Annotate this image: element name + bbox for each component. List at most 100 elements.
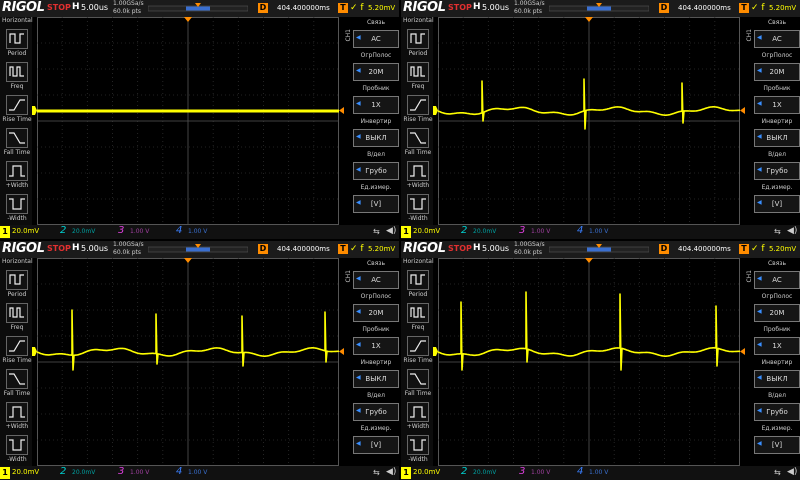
measure-item-2[interactable]: Freq [2, 62, 32, 90]
trigger-level-marker[interactable] [339, 348, 344, 355]
channel-tab[interactable]: CH1 [746, 29, 753, 42]
trigger-level-marker[interactable] [740, 107, 745, 114]
ch2-scale[interactable]: 20.0mV [72, 469, 95, 476]
measure-item-4[interactable]: Fall Time [403, 128, 433, 156]
speaker-icon[interactable]: ◀) [787, 467, 797, 477]
measure-item-4[interactable]: Fall Time [2, 128, 32, 156]
ch3-scale[interactable]: 1.00 V [531, 469, 550, 476]
speaker-icon[interactable]: ◀) [386, 226, 396, 236]
ch2-number[interactable]: 2 [60, 225, 66, 236]
rise-time-icon[interactable] [407, 95, 429, 115]
plus-width-icon[interactable] [407, 402, 429, 422]
ch2-number[interactable]: 2 [60, 466, 66, 477]
trigger-time-marker[interactable] [184, 258, 192, 263]
horizontal-offset[interactable]: 404.400000ms [277, 4, 330, 12]
channel-tab[interactable]: CH1 [345, 29, 352, 42]
fall-time-icon[interactable] [407, 128, 429, 148]
ch1-scale[interactable]: 20.0mV [413, 227, 440, 235]
ch2-number[interactable]: 2 [461, 225, 467, 236]
measure-item-5[interactable]: +Width [2, 161, 32, 189]
trigger-time-marker[interactable] [585, 17, 593, 22]
speaker-icon[interactable]: ◀) [787, 226, 797, 236]
measure-item-1[interactable]: Period [2, 29, 32, 57]
ch2-scale[interactable]: 20.0mV [473, 469, 496, 476]
ch4-scale[interactable]: 1.00 V [188, 469, 207, 476]
timebase-value[interactable]: 5.00us [81, 3, 108, 12]
channel-tab[interactable]: CH1 [746, 270, 753, 283]
ch1-badge[interactable]: 1 [401, 467, 411, 479]
timebase-value[interactable]: 5.00us [482, 244, 509, 253]
trigger-level[interactable]: 5.20mV [368, 245, 395, 253]
ch3-number[interactable]: 3 [118, 225, 124, 236]
minus-width-icon[interactable] [6, 435, 28, 455]
horizontal-offset[interactable]: 404.400000ms [277, 245, 330, 253]
measure-item-4[interactable]: Fall Time [2, 369, 32, 397]
ch1-scale[interactable]: 20.0mV [12, 468, 39, 476]
timebase-value[interactable]: 5.00us [482, 3, 509, 12]
measure-item-3[interactable]: Rise Time [2, 336, 32, 364]
run-status[interactable]: STOP [448, 244, 472, 253]
measure-item-2[interactable]: Freq [403, 62, 433, 90]
ch2-number[interactable]: 2 [461, 466, 467, 477]
measure-item-1[interactable]: Period [2, 270, 32, 298]
ch3-scale[interactable]: 1.00 V [531, 228, 550, 235]
freq-icon[interactable] [6, 303, 28, 323]
channel-tab[interactable]: CH1 [345, 270, 352, 283]
ch4-number[interactable]: 4 [176, 466, 182, 477]
freq-icon[interactable] [6, 62, 28, 82]
measure-item-5[interactable]: +Width [403, 402, 433, 430]
run-status[interactable]: STOP [47, 3, 71, 12]
freq-icon[interactable] [407, 62, 429, 82]
plus-width-icon[interactable] [6, 402, 28, 422]
fall-time-icon[interactable] [6, 369, 28, 389]
minus-width-icon[interactable] [407, 194, 429, 214]
measure-item-6[interactable]: -Width [2, 435, 32, 463]
fall-time-icon[interactable] [407, 369, 429, 389]
measure-item-1[interactable]: Period [403, 29, 433, 57]
ch4-number[interactable]: 4 [176, 225, 182, 236]
trigger-level-marker[interactable] [740, 348, 745, 355]
ch4-scale[interactable]: 1.00 V [589, 228, 608, 235]
ch4-number[interactable]: 4 [577, 225, 583, 236]
ch4-scale[interactable]: 1.00 V [589, 469, 608, 476]
measure-item-3[interactable]: Rise Time [403, 95, 433, 123]
ch2-scale[interactable]: 20.0mV [72, 228, 95, 235]
minus-width-icon[interactable] [6, 194, 28, 214]
speaker-icon[interactable]: ◀) [386, 467, 396, 477]
waveform-display[interactable] [37, 258, 339, 466]
measure-item-5[interactable]: +Width [2, 402, 32, 430]
ch3-number[interactable]: 3 [519, 225, 525, 236]
measure-item-4[interactable]: Fall Time [403, 369, 433, 397]
freq-icon[interactable] [407, 303, 429, 323]
horizontal-offset[interactable]: 404.400000ms [678, 4, 731, 12]
period-icon[interactable] [407, 270, 429, 290]
trigger-level-marker[interactable] [339, 107, 344, 114]
measure-item-1[interactable]: Period [403, 270, 433, 298]
waveform-display[interactable] [438, 258, 740, 466]
ch1-badge[interactable]: 1 [0, 467, 10, 479]
period-icon[interactable] [6, 270, 28, 290]
ch3-scale[interactable]: 1.00 V [130, 469, 149, 476]
measure-item-6[interactable]: -Width [2, 194, 32, 222]
measure-item-3[interactable]: Rise Time [2, 95, 32, 123]
timebase-value[interactable]: 5.00us [81, 244, 108, 253]
run-status[interactable]: STOP [47, 244, 71, 253]
rise-time-icon[interactable] [407, 336, 429, 356]
minus-width-icon[interactable] [407, 435, 429, 455]
horizontal-offset[interactable]: 404.400000ms [678, 245, 731, 253]
trigger-level[interactable]: 5.20mV [769, 4, 796, 12]
ch3-scale[interactable]: 1.00 V [130, 228, 149, 235]
ch4-scale[interactable]: 1.00 V [188, 228, 207, 235]
ch4-number[interactable]: 4 [577, 466, 583, 477]
period-icon[interactable] [407, 29, 429, 49]
measure-item-6[interactable]: -Width [403, 435, 433, 463]
ch1-badge[interactable]: 1 [0, 226, 10, 238]
waveform-display[interactable] [37, 17, 339, 225]
trigger-level[interactable]: 5.20mV [769, 245, 796, 253]
measure-item-5[interactable]: +Width [403, 161, 433, 189]
run-status[interactable]: STOP [448, 3, 472, 12]
trigger-level[interactable]: 5.20mV [368, 4, 395, 12]
trigger-time-marker[interactable] [184, 17, 192, 22]
ch3-number[interactable]: 3 [118, 466, 124, 477]
ch1-scale[interactable]: 20.0mV [413, 468, 440, 476]
